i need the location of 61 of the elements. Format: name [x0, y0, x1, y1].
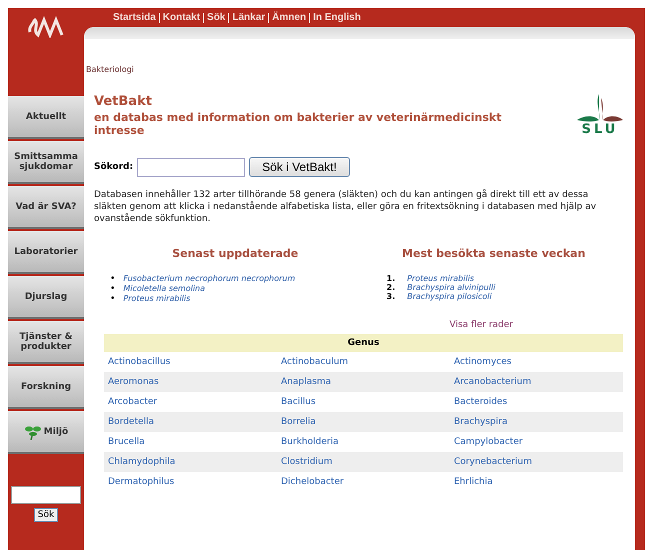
logo-icon — [26, 16, 66, 38]
list-number: 2. — [386, 283, 396, 292]
page-subtitle: en databas med information om bakterier av veterinärmedicinskt intresse — [94, 111, 502, 137]
search-field[interactable] — [137, 158, 246, 176]
page-title: VetBakt — [94, 94, 153, 109]
sidebar-item[interactable]: Djurslag — [8, 276, 84, 319]
genus-link[interactable]: Aeromonas — [104, 372, 277, 392]
sidebar-item[interactable]: Forskning — [8, 366, 84, 409]
nav-link[interactable]: Sök — [203, 12, 228, 22]
bullet: • — [110, 274, 116, 284]
genus-link[interactable]: Actinobacillus — [104, 352, 277, 372]
genus-link[interactable]: Campylobacter — [450, 432, 623, 452]
bullet: • — [110, 294, 116, 304]
search-button[interactable]: Sök i VetBakt! — [249, 157, 350, 177]
genus-link[interactable]: Arcobacter — [104, 392, 277, 412]
sidebar-item[interactable]: Vad är SVA? — [8, 186, 84, 229]
genus-link[interactable]: Arcanobacterium — [450, 372, 623, 392]
sidebar-item[interactable]: Laboratorier — [8, 231, 84, 274]
sidebar-item[interactable]: Miljö — [8, 411, 84, 454]
slu-logo-icon — [577, 94, 623, 122]
species-link[interactable]: Fusobacterium necrophorum necrophorum — [123, 274, 296, 284]
plant-icon — [24, 424, 42, 440]
genus-link[interactable]: Brachyspira — [450, 412, 623, 432]
genus-link[interactable]: Anaplasma — [277, 372, 450, 392]
sidebar-item[interactable]: Smittsamma sjukdomar — [8, 141, 84, 184]
logo-text: SLU — [582, 122, 618, 137]
intro-text: Databasen innehåller 132 arter tillhörande 58 genera (släkten) och du kan antingen gå direkt till ett av dessa släkten genom att klicka i nedanstående alfabetiska lista, eller göra en fritextsökning i databasen med hjälp av ovanstående sökfunktion. — [94, 189, 598, 225]
species-link[interactable]: Micoletella semolina — [123, 284, 206, 294]
section-heading: Mest besökta senaste veckan — [401, 247, 586, 260]
genus-link[interactable]: Brucella — [104, 432, 277, 452]
nav-link[interactable]: Länkar — [228, 12, 268, 22]
search-field[interactable] — [11, 486, 81, 504]
species-link[interactable]: Proteus mirabilis — [407, 274, 474, 283]
nav-link[interactable]: Startsida — [110, 12, 159, 22]
list-number: 1. — [386, 274, 396, 283]
search-button[interactable]: Sök — [34, 508, 58, 522]
search-label: Sökord: — [94, 162, 134, 172]
species-link[interactable]: Proteus mirabilis — [123, 294, 190, 304]
genus-link[interactable]: Bordetella — [104, 412, 277, 432]
genus-link[interactable]: Clostridium — [277, 452, 450, 472]
section-heading: Senast uppdaterade — [171, 247, 300, 260]
genus-link[interactable]: Borrelia — [277, 412, 450, 432]
genus-link[interactable]: Bacteroides — [450, 392, 623, 412]
breadcrumb: Bakteriologi — [86, 65, 135, 74]
nav-link[interactable]: Ämnen — [268, 12, 310, 22]
sidebar-item[interactable]: Aktuellt — [8, 96, 84, 139]
bullet: • — [110, 284, 116, 294]
genus-link[interactable]: Actinobaculum — [277, 352, 450, 372]
species-link[interactable]: Brachyspira alvinipulli — [407, 283, 496, 292]
genus-link[interactable]: Burkholderia — [277, 432, 450, 452]
more-rows-link[interactable]: Visa fler rader — [450, 320, 513, 330]
genus-link[interactable]: Corynebacterium — [450, 452, 623, 472]
species-link[interactable]: Brachyspira pilosicoli — [407, 292, 492, 301]
sidebar-item[interactable]: Tjänster & produkter — [8, 321, 84, 364]
table-title: Genus — [104, 334, 623, 352]
genus-link[interactable]: Actinomyces — [450, 352, 623, 372]
genus-link[interactable]: Chlamydophila — [104, 452, 277, 472]
nav-link[interactable]: In English — [309, 12, 364, 22]
genus-link[interactable]: Bacillus — [277, 392, 450, 412]
nav-link[interactable]: Kontakt — [158, 12, 204, 22]
list-number: 3. — [386, 292, 396, 301]
